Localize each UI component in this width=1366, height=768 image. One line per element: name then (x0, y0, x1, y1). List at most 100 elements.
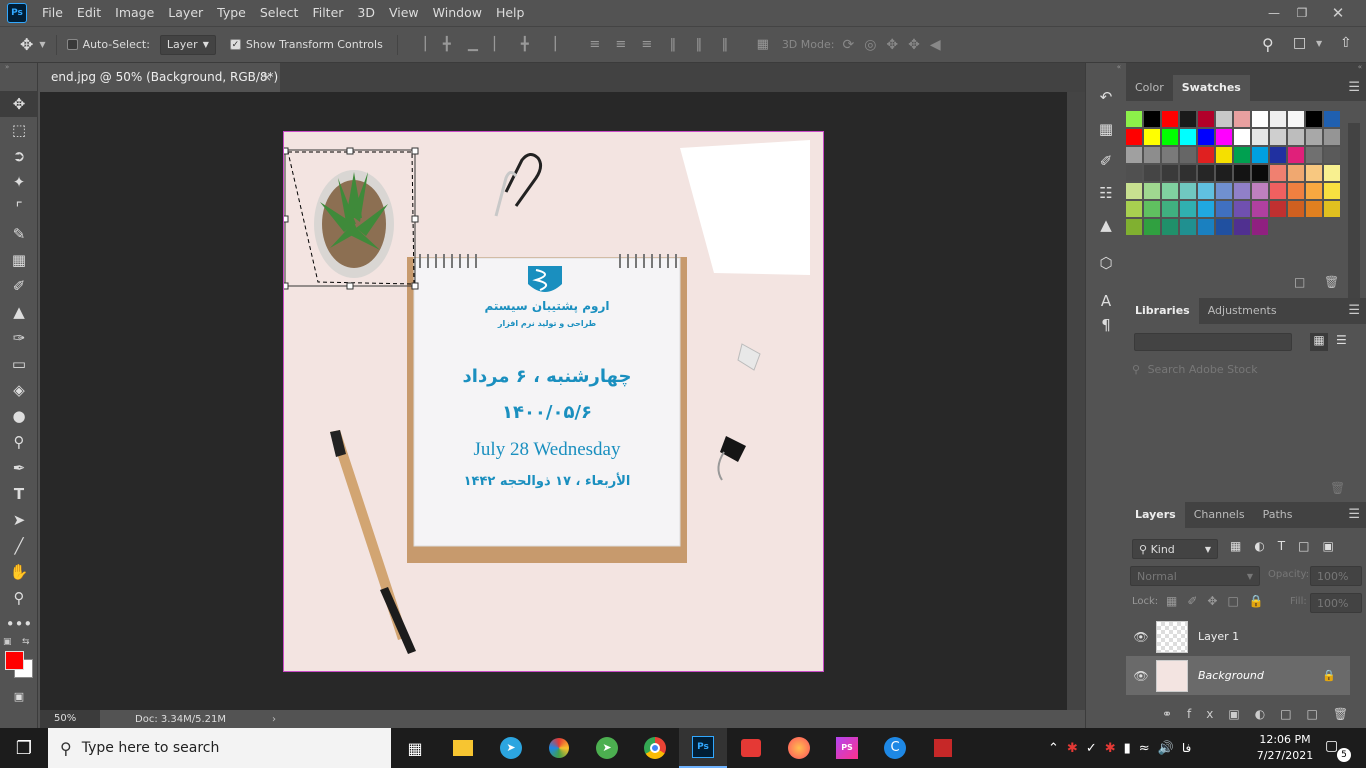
magic-wand-tool-icon[interactable]: ✦ (0, 169, 38, 195)
color-swatch[interactable] (1216, 201, 1232, 217)
color-swatch[interactable] (1270, 111, 1286, 127)
app-red-icon[interactable] (727, 728, 775, 768)
color-swatch[interactable] (1306, 201, 1322, 217)
chevron-down-icon[interactable]: ▼ (39, 40, 45, 49)
color-swatch[interactable] (1270, 147, 1286, 163)
color-swatch[interactable] (1126, 147, 1142, 163)
search-icon[interactable]: ⚲ (1262, 35, 1274, 54)
color-swatch[interactable] (1324, 147, 1340, 163)
properties-panel-icon[interactable]: ▦ (1086, 113, 1126, 145)
firefox-icon[interactable] (775, 728, 823, 768)
color-swatch[interactable] (1162, 111, 1178, 127)
color-swatch[interactable] (1252, 165, 1268, 181)
wifi-icon[interactable]: ≈ (1139, 741, 1150, 756)
color-swatch[interactable] (1144, 129, 1160, 145)
lasso-tool-icon[interactable]: ➲ (0, 143, 38, 169)
color-swatch[interactable] (1198, 147, 1214, 163)
color-swatch[interactable] (1288, 129, 1304, 145)
tab-layers[interactable]: Layers (1126, 502, 1185, 528)
distribute-bottom-icon[interactable]: ≡ (634, 35, 660, 55)
color-swatch[interactable] (1162, 219, 1178, 235)
color-swatch[interactable] (1162, 129, 1178, 145)
distribute-left-icon[interactable]: ‖ (660, 35, 686, 55)
app-misc-icon[interactable] (919, 728, 967, 768)
align-left-icon[interactable]: ▏ (486, 35, 512, 55)
foreground-color-swatch[interactable] (5, 651, 24, 670)
color-swatch[interactable] (1180, 183, 1196, 199)
color-swatch[interactable] (1180, 147, 1196, 163)
color-swatch[interactable] (1144, 219, 1160, 235)
paint-bucket-tool-icon[interactable]: ◈ (0, 377, 38, 403)
color-swatch[interactable] (1180, 129, 1196, 145)
color-swatch[interactable] (1162, 183, 1178, 199)
distribute-hcenter-icon[interactable]: ‖ (686, 35, 712, 55)
collapse-icon[interactable]: » (0, 63, 37, 71)
color-swatch[interactable] (1162, 147, 1178, 163)
color-swatch[interactable] (1270, 201, 1286, 217)
color-picker[interactable]: ▣ ⇆ (0, 637, 37, 683)
color-swatch[interactable] (1252, 201, 1268, 217)
phpstorm-icon[interactable]: PS (823, 728, 871, 768)
menu-layer[interactable]: Layer (161, 0, 210, 26)
zoom-level[interactable]: 50% (40, 710, 100, 728)
blur-tool-icon[interactable]: ● (0, 403, 38, 429)
tray-app-icon[interactable]: ✓ (1086, 741, 1097, 756)
color-swatch[interactable] (1234, 147, 1250, 163)
photoshop-taskbar-icon[interactable]: Ps (679, 728, 727, 768)
healing-brush-tool-icon[interactable]: ▦ (0, 247, 38, 273)
line-tool-icon[interactable]: ╱ (0, 533, 38, 559)
search-input[interactable]: Type here to search (82, 740, 220, 756)
color-swatch[interactable] (1306, 129, 1322, 145)
panel-menu-icon[interactable]: ☰ (1348, 298, 1360, 324)
move-tool-icon[interactable]: ✥ (20, 35, 33, 54)
default-colors-icon[interactable]: ▣ (3, 637, 12, 647)
tab-color[interactable]: Color (1126, 75, 1173, 101)
eraser-tool-icon[interactable]: ▭ (0, 351, 38, 377)
color-swatch[interactable] (1288, 201, 1304, 217)
color-swatch[interactable] (1180, 165, 1196, 181)
3d-panel-icon[interactable]: ⬡ (1086, 247, 1126, 279)
grid-view-icon[interactable]: ▦ (1310, 333, 1328, 351)
opacity-input[interactable]: 100% (1310, 566, 1362, 586)
pen-tool-icon[interactable]: ✒ (0, 455, 38, 481)
taskbar-search[interactable]: ⚲ Type here to search (48, 728, 391, 768)
menu-type[interactable]: Type (210, 0, 253, 26)
vertical-scrollbar[interactable] (1067, 92, 1085, 710)
align-hcenter-icon[interactable]: ╋ (512, 35, 538, 55)
menu-window[interactable]: Window (426, 0, 489, 26)
clone-stamp-tool-icon[interactable]: ▲ (0, 299, 38, 325)
search-input[interactable]: Search Adobe Stock (1148, 363, 1258, 376)
color-swatch[interactable] (1162, 201, 1178, 217)
volume-icon[interactable]: 🔊 (1158, 741, 1174, 756)
color-swatch[interactable] (1252, 111, 1268, 127)
color-swatch[interactable] (1198, 201, 1214, 217)
color-swatch[interactable] (1270, 165, 1286, 181)
list-view-icon[interactable]: ☰ (1336, 333, 1347, 347)
color-swatch[interactable] (1288, 111, 1304, 127)
color-swatch[interactable] (1252, 129, 1268, 145)
restore-icon[interactable]: ❐ (1290, 0, 1314, 26)
history-brush-tool-icon[interactable]: ✑ (0, 325, 38, 351)
color-swatch[interactable] (1126, 165, 1142, 181)
color-swatch[interactable] (1198, 129, 1214, 145)
color-swatch[interactable] (1180, 111, 1196, 127)
lock-icons[interactable]: ▦✐✥□🔒 (1166, 594, 1274, 608)
move-tool-icon[interactable]: ✥ (0, 91, 38, 117)
color-swatch[interactable] (1288, 147, 1304, 163)
auto-select-target-dropdown[interactable]: Layer ▼ (159, 34, 216, 55)
windows-start-icon[interactable]: ❐ (0, 728, 48, 768)
color-swatch[interactable] (1216, 129, 1232, 145)
auto-align-icon[interactable]: ▦ (750, 35, 776, 55)
color-swatch[interactable] (1162, 165, 1178, 181)
tab-libraries[interactable]: Libraries (1126, 298, 1199, 324)
brush-tool-icon[interactable]: ✐ (0, 273, 38, 299)
document-tab[interactable]: end.jpg @ 50% (Background, RGB/8*) * × (40, 63, 280, 113)
color-swatch[interactable] (1252, 219, 1268, 235)
color-swatch[interactable] (1144, 183, 1160, 199)
color-swatch[interactable] (1126, 183, 1142, 199)
chevron-right-icon[interactable]: › (272, 714, 276, 725)
notifications-icon[interactable]: ▢ (1325, 738, 1338, 754)
color-swatch[interactable] (1216, 111, 1232, 127)
color-swatch[interactable] (1180, 201, 1196, 217)
type-tool-icon[interactable]: T (0, 481, 38, 507)
